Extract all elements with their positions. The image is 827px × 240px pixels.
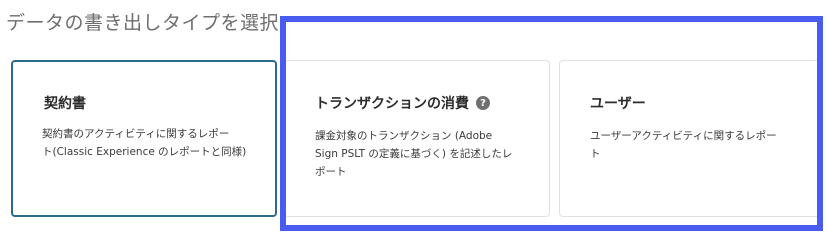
card-title: ユーザー bbox=[590, 96, 646, 112]
card-desc-line: ト bbox=[590, 148, 601, 160]
card-desc-line: ポート bbox=[315, 166, 347, 178]
card-description: ユーザーアクティビティに関するレポー ト bbox=[590, 127, 777, 163]
page-heading: データの書き出しタイプを選択： bbox=[6, 12, 299, 34]
card-description: 課金対象のトランザクション (Adobe Sign PSLT の定義に基づく) … bbox=[315, 127, 512, 181]
card-transaction-consumption[interactable]: トランザクションの消費 ? 課金対象のトランザクション (Adobe Sign … bbox=[284, 60, 550, 217]
card-title-text: トランザクションの消費 bbox=[315, 96, 469, 112]
card-desc-line: 課金対象のトランザクション (Adobe bbox=[315, 130, 493, 142]
card-description: 契約書のアクティビティに関するレポー ト(Classic Experience … bbox=[42, 125, 246, 161]
card-desc-line: 契約書のアクティビティに関するレポー bbox=[42, 128, 230, 140]
card-agreements[interactable]: 契約書 契約書のアクティビティに関するレポー ト(Classic Experie… bbox=[11, 60, 277, 217]
card-title: トランザクションの消費 ? bbox=[315, 93, 490, 113]
card-users[interactable]: ユーザー ユーザーアクティビティに関するレポー ト bbox=[559, 60, 821, 217]
card-desc-line: ユーザーアクティビティに関するレポー bbox=[590, 130, 777, 142]
export-type-page: データの書き出しタイプを選択： 契約書 契約書のアクティビティに関するレポー ト… bbox=[0, 0, 827, 236]
card-desc-line: Sign PSLT の定義に基づく) を記述したレ bbox=[315, 148, 513, 160]
help-icon[interactable]: ? bbox=[476, 96, 490, 110]
card-desc-line: ト(Classic Experience のレポートと同様) bbox=[42, 146, 247, 158]
card-title: 契約書 bbox=[44, 96, 86, 112]
